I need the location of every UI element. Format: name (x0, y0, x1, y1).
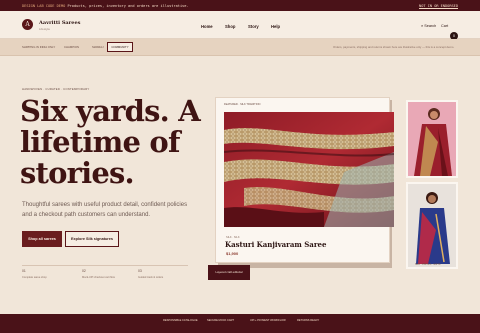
stat-number: 03 (138, 269, 142, 273)
search-label: Search (424, 24, 437, 28)
hero-eyebrow: HANDWOVEN · CURATED · CONTEMPORARY (22, 87, 90, 91)
footer-link[interactable]: RESPONSIBLE CATALOGUE (163, 319, 198, 322)
logo[interactable]: A (22, 19, 33, 30)
nav-shop[interactable]: Shop (225, 24, 235, 29)
featured-title[interactable]: Kasturi Kanjivaram Saree (225, 240, 326, 249)
explore-silk-button[interactable]: Explore Silk signatures (65, 231, 119, 247)
featured-label: FEATURED · SILK TRADITION (224, 103, 261, 106)
editorial-badge: Layered craft editorial (208, 265, 250, 280)
hero-title: Six yards. A lifetime of stories. (20, 94, 201, 190)
announcement-bar: DESIGN LAB CODE DEMO Products, prices, i… (0, 0, 480, 11)
endorsement-link[interactable]: NOT IN OR ENDORSED (419, 4, 458, 8)
model-photo-red-saree[interactable] (406, 100, 458, 178)
hero-subtitle: Thoughtful sarees with useful product de… (22, 202, 188, 218)
shop-all-button[interactable]: Shop all sarees (22, 231, 62, 247)
saree-photo[interactable] (224, 112, 394, 227)
demo-tag: DESIGN LAB CODE DEMO (22, 4, 66, 8)
stat-label: Guided track & orders (138, 276, 164, 279)
nav-story[interactable]: Story (248, 24, 259, 29)
chip-shipping[interactable]: SHIPPING IN INDIA ONLY (22, 45, 55, 49)
footer-link[interactable]: SECURE MOCK CART (207, 319, 234, 322)
nav-help[interactable]: Help (271, 24, 280, 29)
stat-label: Complete saree shop (22, 276, 47, 279)
chip-swaraj[interactable]: SWARAJ (92, 45, 104, 49)
footer-link[interactable]: RETURNS READY (297, 319, 319, 322)
featured-price: $1,900 (226, 251, 239, 256)
brand-subtitle: Lifestyle (39, 27, 51, 31)
side-caption: SILK · PATOLA · GIFTS (415, 263, 441, 266)
model-blue-illustration (408, 184, 456, 267)
promo-strip: SHIPPING IN INDIA ONLY CHAMPION SWARAJ C… (0, 39, 480, 56)
saree-illustration (224, 112, 394, 227)
promo-note: Orders, payments, shipping and returns s… (333, 45, 455, 49)
stat-label: Mock-UPI checkout cart flow (82, 276, 115, 279)
model-photo-blue-saree[interactable] (406, 182, 458, 269)
featured-category: SILK · SILK (226, 236, 240, 239)
nav-home[interactable]: Home (201, 24, 213, 29)
chip-community[interactable]: COMMUNITY (107, 42, 133, 52)
search-icon: ⌕ (421, 24, 424, 28)
stat-number: 01 (22, 269, 26, 273)
cart-label: Cart (441, 24, 449, 28)
announcement-text: DESIGN LAB CODE DEMO Products, prices, i… (22, 4, 189, 8)
stats-divider (22, 265, 188, 266)
site-header: A Aavritti Sarees Lifestyle Home Shop St… (0, 11, 480, 40)
search-button[interactable]: ⌕ Search (421, 24, 436, 28)
footer-bar: RESPONSIBLE CATALOGUE SECURE MOCK CART U… (0, 314, 480, 333)
cart-button[interactable]: Cart (441, 24, 448, 28)
demo-notice: Products, prices, inventory and orders a… (67, 4, 189, 8)
model-red-illustration (408, 102, 456, 176)
stat-number: 02 (82, 269, 86, 273)
chip-champion[interactable]: CHAMPION (64, 45, 79, 49)
brand-name[interactable]: Aavritti Sarees (39, 20, 80, 26)
footer-link[interactable]: UPI + PAYMENT WORKFLOW (250, 319, 286, 322)
